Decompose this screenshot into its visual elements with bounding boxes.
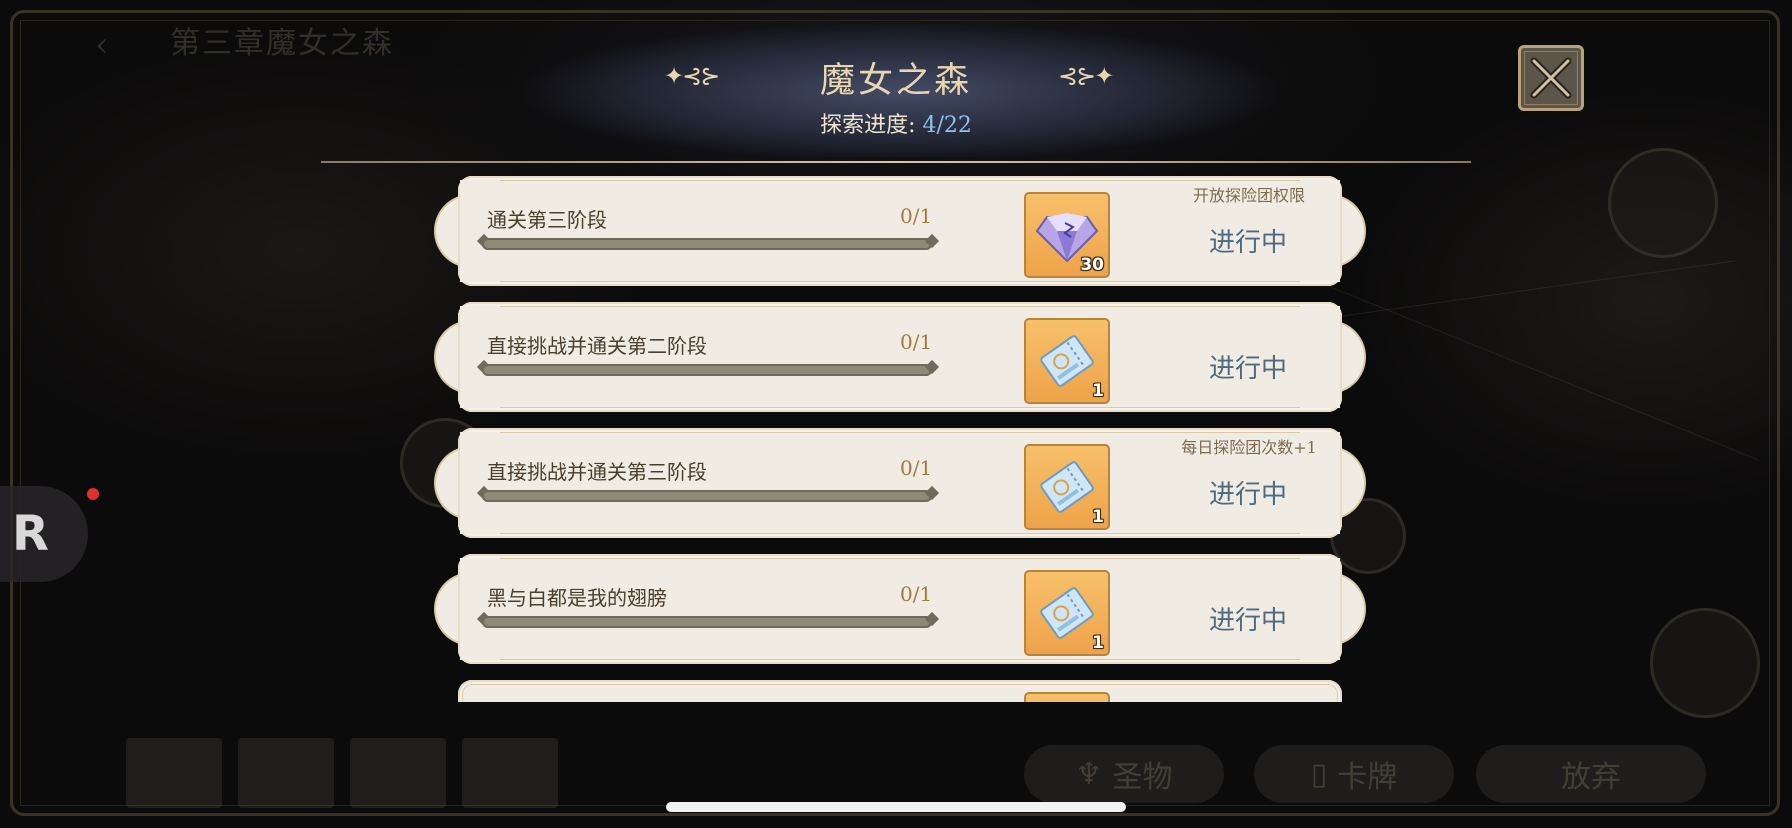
task-name: 通关第三阶段: [487, 208, 607, 232]
card-body: [458, 680, 1342, 702]
ticket-icon: [1040, 335, 1094, 387]
task-name: 黑与白都是我的翅膀: [487, 586, 667, 610]
goblet-icon: ♆: [1075, 756, 1103, 792]
cards-button[interactable]: ▯ 卡牌: [1254, 745, 1454, 803]
reward-quantity: 30: [1080, 255, 1104, 275]
reward-note: 开放探险团权限: [1192, 186, 1305, 205]
character-card: [350, 738, 446, 808]
exploration-progress-label: 探索进度:: [820, 113, 923, 138]
task-count: 0/1: [900, 330, 933, 354]
header-divider: [321, 161, 1471, 163]
cards-icon: ▯: [1310, 756, 1328, 792]
task-count: 0/1: [900, 204, 933, 228]
close-icon: [1524, 51, 1578, 105]
notification-dot: [87, 488, 99, 500]
reward-note: 每日探险团次数+1: [1181, 438, 1317, 457]
ticket-icon: [1040, 587, 1094, 639]
reward-item[interactable]: 1: [1024, 570, 1110, 656]
task-status: 进行中: [1208, 606, 1287, 636]
title-ornament-right: ⊰⊱✦: [1058, 62, 1114, 90]
exploration-progress-value: 4/22: [922, 113, 972, 138]
character-card: [462, 738, 558, 808]
task-list[interactable]: 通关第三阶段 0/1 开放探险团权限 30 进行中 直接挑战并通关第二阶段 0/…: [430, 168, 1370, 702]
task-card: 直接挑战并通关第二阶段 0/1 1 进行中: [430, 298, 1370, 416]
task-progress-bar: [482, 490, 932, 502]
task-status: 进行中: [1208, 354, 1287, 384]
task-progress-bar: [482, 616, 932, 628]
character-card: [126, 738, 222, 808]
reward-quantity: 1: [1092, 507, 1104, 527]
task-card: 通关第三阶段 0/1 开放探险团权限 30 进行中: [430, 172, 1370, 290]
task-count: 0/1: [900, 582, 933, 606]
abandon-button-label: 放弃: [1561, 760, 1621, 795]
abandon-button[interactable]: 放弃: [1476, 745, 1706, 803]
task-name: 直接挑战并通关第二阶段: [487, 334, 707, 358]
task-progress-bar: [482, 364, 932, 376]
task-card-partial: [430, 676, 1370, 702]
reward-quantity: 1: [1092, 381, 1104, 401]
reward-item[interactable]: 1: [1024, 318, 1110, 404]
task-card: 黑与白都是我的翅膀 0/1 1 进行中: [430, 550, 1370, 668]
task-status: 进行中: [1208, 228, 1287, 258]
cards-button-label: 卡牌: [1337, 760, 1398, 795]
character-card: [238, 738, 334, 808]
task-card: 直接挑战并通关第三阶段 0/1 每日探险团次数+1 1 进行中: [430, 424, 1370, 542]
relic-button[interactable]: ♆ 圣物: [1024, 745, 1224, 803]
ticket-icon: [1040, 461, 1094, 513]
close-button[interactable]: [1518, 45, 1584, 111]
relic-button-label: 圣物: [1112, 760, 1173, 795]
recorder-logo-icon: R: [12, 506, 49, 562]
task-name: 直接挑战并通关第三阶段: [487, 460, 707, 484]
exploration-progress: 探索进度: 4/22: [0, 107, 1792, 139]
reward-item[interactable]: 1: [1024, 444, 1110, 530]
task-count: 0/1: [900, 456, 933, 480]
task-progress-bar: [482, 238, 932, 250]
reward-quantity: 1: [1092, 633, 1104, 653]
task-status: 进行中: [1208, 480, 1287, 510]
reward-item-partial[interactable]: [1024, 692, 1110, 702]
home-indicator[interactable]: [666, 802, 1126, 812]
reward-item[interactable]: 30: [1024, 192, 1110, 278]
